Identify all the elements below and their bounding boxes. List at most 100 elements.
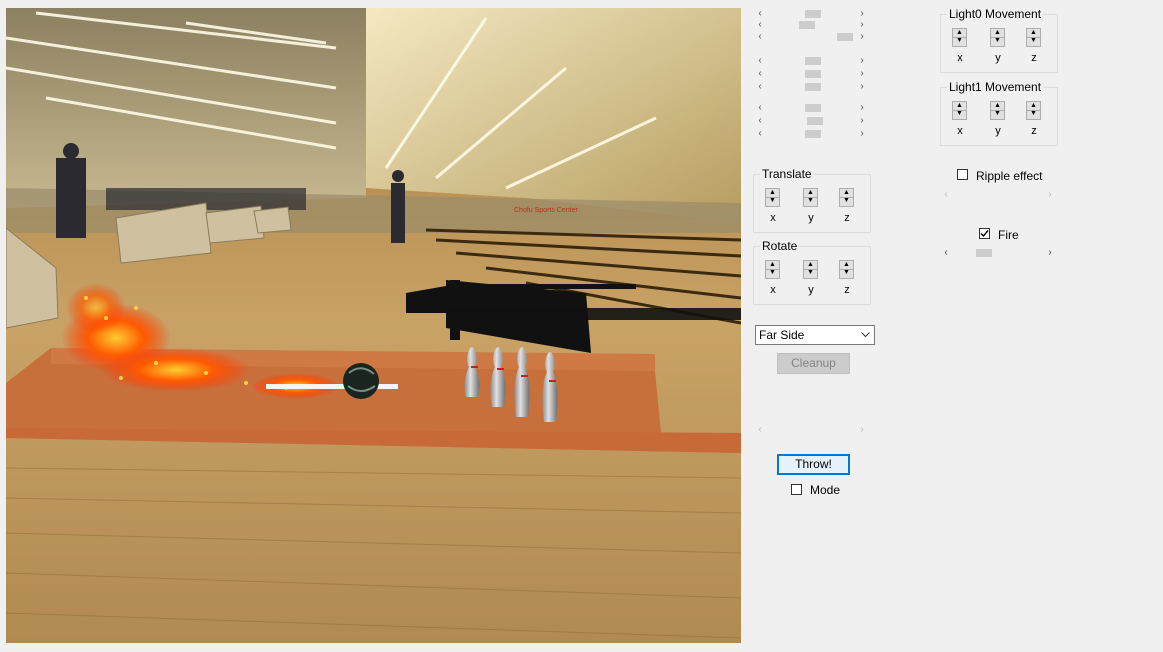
scroll-thumb[interactable]: [837, 33, 853, 41]
material-slider-8[interactable]: ‹ ›: [755, 115, 867, 127]
view-select-value: Far Side: [759, 328, 805, 342]
chevron-right-icon[interactable]: ›: [857, 424, 867, 436]
rotate-y-spinner[interactable]: ▲ ▼: [803, 260, 818, 279]
chevron-left-icon[interactable]: ‹: [755, 81, 765, 93]
triangle-down-icon[interactable]: ▼: [1027, 37, 1040, 45]
fire-label: Fire: [998, 228, 1019, 242]
checkmark-icon: [980, 230, 989, 238]
material-slider-7[interactable]: ‹ ›: [755, 102, 867, 114]
scroll-track[interactable]: [953, 189, 1043, 201]
translate-y-spinner[interactable]: ▲ ▼: [803, 188, 818, 207]
scroll-thumb[interactable]: [805, 130, 821, 138]
cleanup-button[interactable]: Cleanup: [777, 353, 850, 374]
chevron-left-icon[interactable]: ‹: [941, 247, 951, 259]
translate-y-label: y: [808, 212, 814, 224]
scroll-track[interactable]: [767, 31, 855, 43]
translate-x-spinner[interactable]: ▲ ▼: [765, 188, 780, 207]
light0-z-label: z: [1031, 52, 1037, 64]
chevron-right-icon[interactable]: ›: [857, 68, 867, 80]
chevron-right-icon[interactable]: ›: [857, 128, 867, 140]
triangle-down-icon[interactable]: ▼: [766, 269, 779, 277]
scroll-thumb[interactable]: [805, 104, 821, 112]
triangle-down-icon[interactable]: ▼: [804, 269, 817, 277]
scroll-track[interactable]: [767, 55, 855, 67]
scroll-track[interactable]: [767, 102, 855, 114]
scroll-track[interactable]: [767, 424, 855, 436]
mode-checkbox[interactable]: [791, 484, 802, 495]
light0-y-label: y: [995, 52, 1001, 64]
chevron-down-icon: [861, 332, 870, 338]
chevron-left-icon[interactable]: ‹: [755, 128, 765, 140]
triangle-down-icon[interactable]: ▼: [804, 197, 817, 205]
light1-label: Light1 Movement: [947, 80, 1044, 94]
light1-y-spinner[interactable]: ▲ ▼: [990, 101, 1005, 120]
light1-z-spinner[interactable]: ▲ ▼: [1026, 101, 1041, 120]
scroll-track[interactable]: [767, 128, 855, 140]
light1-x-spinner[interactable]: ▲ ▼: [952, 101, 967, 120]
material-slider-4[interactable]: ‹ ›: [755, 55, 867, 67]
scroll-thumb[interactable]: [976, 249, 992, 257]
scroll-track[interactable]: [953, 247, 1043, 259]
rotate-z-spinner[interactable]: ▲ ▼: [839, 260, 854, 279]
effect-slider[interactable]: ‹ ›: [755, 424, 867, 436]
scroll-thumb[interactable]: [805, 70, 821, 78]
translate-z-label: z: [844, 212, 850, 224]
ripple-slider[interactable]: ‹ ›: [941, 189, 1055, 201]
material-slider-6[interactable]: ‹ ›: [755, 81, 867, 93]
chevron-right-icon[interactable]: ›: [857, 55, 867, 67]
triangle-down-icon[interactable]: ▼: [991, 110, 1004, 118]
view-select[interactable]: Far Side: [755, 325, 875, 345]
chevron-left-icon[interactable]: ‹: [755, 424, 765, 436]
chevron-right-icon[interactable]: ›: [1045, 189, 1055, 201]
rotate-x-label: x: [770, 284, 776, 296]
scroll-thumb[interactable]: [805, 57, 821, 65]
material-slider-3[interactable]: ‹ ›: [755, 31, 867, 43]
triangle-down-icon[interactable]: ▼: [766, 197, 779, 205]
scroll-track[interactable]: [767, 68, 855, 80]
triangle-down-icon[interactable]: ▼: [953, 110, 966, 118]
throw-button[interactable]: Throw!: [777, 454, 850, 475]
chevron-right-icon[interactable]: ›: [857, 115, 867, 127]
fire-checkbox[interactable]: [979, 228, 990, 239]
scroll-thumb[interactable]: [805, 83, 821, 91]
chevron-left-icon[interactable]: ‹: [755, 102, 765, 114]
rotate-label: Rotate: [760, 239, 800, 253]
ripple-checkbox[interactable]: [957, 169, 968, 180]
light0-label: Light0 Movement: [947, 7, 1044, 21]
chevron-right-icon[interactable]: ›: [1045, 247, 1055, 259]
chevron-right-icon[interactable]: ›: [857, 19, 867, 31]
scroll-track[interactable]: [767, 115, 855, 127]
chevron-right-icon[interactable]: ›: [857, 31, 867, 43]
triangle-down-icon[interactable]: ▼: [840, 197, 853, 205]
render-viewport[interactable]: Chofu Sports Center: [6, 8, 741, 643]
triangle-down-icon[interactable]: ▼: [991, 37, 1004, 45]
triangle-down-icon[interactable]: ▼: [1027, 110, 1040, 118]
material-slider-5[interactable]: ‹ ›: [755, 68, 867, 80]
chevron-left-icon[interactable]: ‹: [755, 115, 765, 127]
scroll-thumb[interactable]: [807, 117, 823, 125]
chevron-left-icon[interactable]: ‹: [755, 31, 765, 43]
light1-z-label: z: [1031, 125, 1037, 137]
chevron-right-icon[interactable]: ›: [857, 102, 867, 114]
light0-z-spinner[interactable]: ▲ ▼: [1026, 28, 1041, 47]
chevron-left-icon[interactable]: ‹: [755, 19, 765, 31]
material-slider-9[interactable]: ‹ ›: [755, 128, 867, 140]
scroll-track[interactable]: [767, 19, 855, 31]
triangle-down-icon[interactable]: ▼: [840, 269, 853, 277]
scroll-track[interactable]: [767, 81, 855, 93]
light0-y-spinner[interactable]: ▲ ▼: [990, 28, 1005, 47]
scroll-thumb[interactable]: [805, 10, 821, 18]
chevron-left-icon[interactable]: ‹: [755, 68, 765, 80]
rotate-x-spinner[interactable]: ▲ ▼: [765, 260, 780, 279]
chevron-right-icon[interactable]: ›: [857, 81, 867, 93]
triangle-down-icon[interactable]: ▼: [953, 37, 966, 45]
fire-slider[interactable]: ‹ ›: [941, 247, 1055, 259]
translate-z-spinner[interactable]: ▲ ▼: [839, 188, 854, 207]
material-slider-2[interactable]: ‹ ›: [755, 19, 867, 31]
bowling-scene: Chofu Sports Center: [6, 8, 741, 643]
light0-x-spinner[interactable]: ▲ ▼: [952, 28, 967, 47]
chevron-left-icon[interactable]: ‹: [755, 55, 765, 67]
scroll-thumb[interactable]: [799, 21, 815, 29]
light0-x-label: x: [957, 52, 963, 64]
chevron-left-icon[interactable]: ‹: [941, 189, 951, 201]
